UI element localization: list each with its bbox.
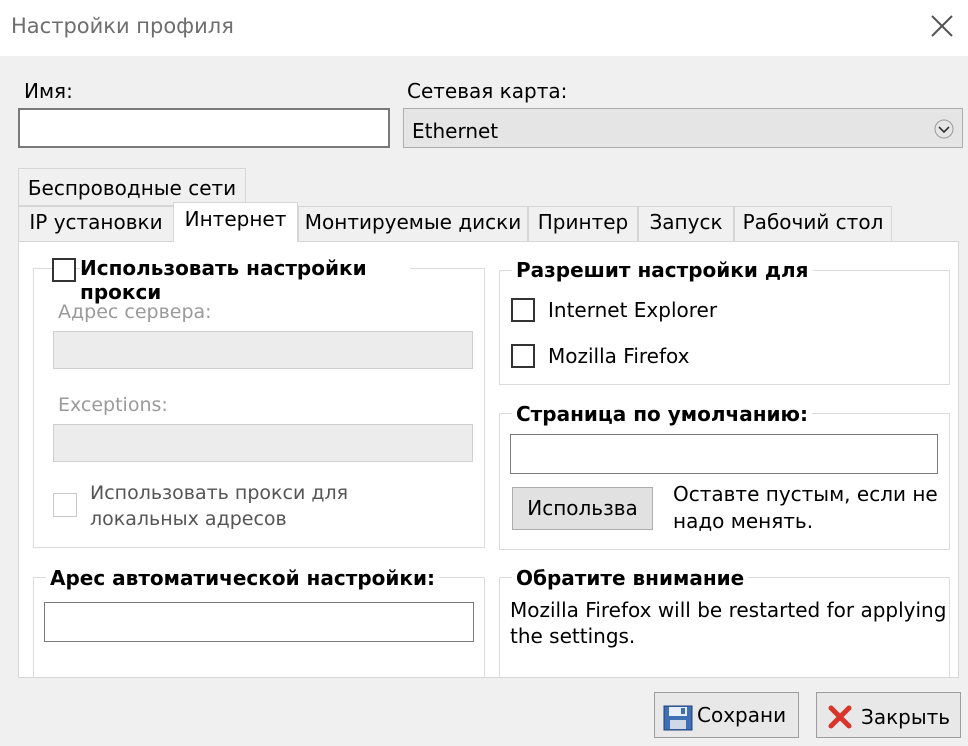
tab-mounted-drives[interactable]: Монтируемые диски (298, 206, 528, 242)
save-button-label: Сохрани (697, 703, 787, 727)
close-button[interactable]: Закрыть (816, 692, 961, 738)
window-title: Настройки профиля (11, 14, 234, 38)
local-proxy-checkbox[interactable] (53, 493, 77, 517)
tab-printer[interactable]: Принтер (528, 206, 638, 242)
close-button-label: Закрыть (861, 705, 951, 729)
network-card-select[interactable]: Ethernet (403, 108, 963, 148)
default-page-title: Страница по умолчанию: (512, 402, 812, 426)
tab-desktop[interactable]: Рабочий стол (734, 206, 892, 242)
tab-wireless[interactable]: Беспроводные сети (18, 168, 246, 206)
close-icon (931, 15, 953, 37)
close-window-button[interactable] (928, 12, 956, 40)
red-x-icon (828, 705, 852, 729)
save-button[interactable]: Сохрани (654, 692, 799, 738)
tab-internet[interactable]: Интернет (173, 202, 298, 242)
exceptions-label: Exceptions: (58, 394, 168, 416)
firefox-label: Mozilla Firefox (548, 344, 690, 368)
default-page-hint-line1: Оставте пустым, если не (673, 482, 938, 506)
firefox-checkbox[interactable] (511, 344, 535, 368)
auto-config-title: Арес автоматической настройки: (46, 566, 439, 590)
notice-text-line2: the settings. (510, 624, 636, 648)
network-card-value: Ethernet (412, 119, 499, 143)
default-page-hint-line2: надо менять. (673, 509, 814, 533)
network-card-label: Сетевая карта: (407, 79, 568, 103)
exceptions-input[interactable] (53, 424, 473, 462)
auto-config-input[interactable] (44, 602, 474, 642)
local-proxy-label-line1: Использовать прокси для (90, 482, 349, 504)
use-proxy-checkbox[interactable] (52, 258, 76, 282)
server-address-label: Адрес сервера: (58, 301, 212, 323)
default-page-input[interactable] (510, 434, 938, 474)
name-label: Имя: (24, 79, 73, 103)
name-input[interactable] (18, 108, 390, 148)
use-proxy-label: Использовать настройки прокси (80, 256, 410, 304)
local-proxy-label-line2: локальных адресов (90, 508, 287, 530)
notice-text-line1: Mozilla Firefox will be restarted for ap… (510, 598, 947, 622)
floppy-disk-icon (663, 705, 693, 731)
server-address-input[interactable] (53, 331, 473, 369)
notice-title: Обратите внимание (512, 566, 749, 590)
tab-startup[interactable]: Запуск (638, 206, 734, 242)
allow-settings-title: Разрешит настройки для (512, 258, 813, 282)
ie-checkbox[interactable] (511, 298, 535, 322)
tab-ip-settings[interactable]: IP установки (18, 206, 174, 242)
use-current-button[interactable]: Использва (512, 487, 653, 530)
ie-label: Internet Explorer (548, 298, 718, 322)
chevron-down-icon (934, 119, 954, 139)
